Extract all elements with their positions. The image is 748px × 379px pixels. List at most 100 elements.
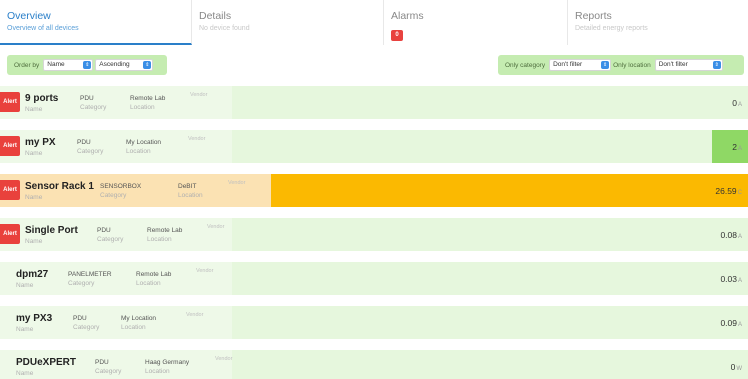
device-reading: 26.59C: [715, 186, 742, 196]
device-location-label: Location: [145, 368, 170, 375]
device-name: PDUeXPERT: [16, 357, 77, 368]
device-reading-value: 0.03: [720, 274, 737, 284]
device-reading-unit: A: [737, 322, 742, 328]
device-vendor-field: Vendor: [228, 180, 245, 186]
device-vendor-label: Vendor: [188, 136, 206, 142]
device-category-field: PDU Category: [97, 226, 123, 243]
device-row[interactable]: PDUeXPERT Name PDU Category Haag Germany…: [0, 350, 748, 379]
tab-alarms[interactable]: Alarms 0: [384, 0, 568, 45]
device-vendor-label: Vendor: [215, 356, 233, 362]
device-location-label: Location: [136, 280, 161, 287]
device-location-label: Location: [130, 104, 155, 111]
device-name: 9 ports: [25, 93, 59, 104]
device-row[interactable]: Alert Single Port Name PDU Category Remo…: [0, 218, 748, 251]
device-category-label: Category: [100, 192, 127, 199]
order-direction-select[interactable]: Ascending ⇕: [95, 59, 154, 71]
device-category-label: Category: [95, 368, 122, 375]
device-reading: 0W: [731, 362, 742, 372]
device-location: My Location: [126, 139, 162, 146]
select-arrows-icon: ⇕: [712, 61, 721, 69]
device-location: DeBIT: [178, 183, 197, 190]
device-category-field: PDU Category: [77, 138, 103, 155]
location-filter-label: Only location: [613, 61, 651, 69]
device-name-label: Name: [25, 238, 43, 245]
location-filter-select[interactable]: Don't filter ⇕: [654, 59, 723, 71]
device-vendor-label: Vendor: [186, 312, 204, 318]
device-info: my PX3 Name PDU Category My Location Loc…: [0, 306, 232, 339]
device-level-bar: [271, 174, 748, 207]
device-row[interactable]: Alert 9 ports Name PDU Category Remote L…: [0, 86, 748, 119]
device-category-field: PANELMETER Category: [68, 270, 112, 287]
tab-details-subtitle: No device found: [199, 25, 250, 32]
device-info: Alert 9 ports Name PDU Category Remote L…: [0, 86, 232, 119]
device-row[interactable]: dpm27 Name PANELMETER Category Remote La…: [0, 262, 748, 295]
sort-group: Order by Name ⇕ Ascending ⇕: [7, 55, 167, 75]
alert-badge[interactable]: Alert: [0, 180, 20, 200]
device-category-label: Category: [97, 236, 124, 243]
device-category-label: Category: [68, 280, 95, 287]
device-name-field: my PX Name: [25, 137, 56, 157]
device-info: PDUeXPERT Name PDU Category Haag Germany…: [0, 350, 232, 379]
device-reading: 0.03A: [720, 274, 742, 284]
category-filter-value: Don't filter: [553, 61, 583, 68]
device-reading-value: 0: [730, 362, 736, 372]
device-category-field: PDU Category: [73, 314, 99, 331]
device-name-field: 9 ports Name: [25, 93, 58, 113]
order-by-value: Name: [47, 61, 65, 68]
device-name: Single Port: [25, 225, 78, 236]
device-location-field: My Location Location: [121, 314, 156, 331]
device-location: Haag Germany: [145, 359, 190, 366]
device-reading-value: 26.59: [715, 186, 737, 196]
category-filter-select[interactable]: Don't filter ⇕: [549, 59, 612, 71]
alert-badge[interactable]: Alert: [0, 92, 20, 112]
device-location-field: DeBIT Location: [178, 182, 203, 199]
device-reading-unit: A: [737, 102, 742, 108]
device-location: Remote Lab: [130, 95, 166, 102]
device-row[interactable]: Alert Sensor Rack 1 Name SENSORBOX Categ…: [0, 174, 748, 207]
device-info: dpm27 Name PANELMETER Category Remote La…: [0, 262, 232, 295]
device-row[interactable]: Alert my PX Name PDU Category My Locatio…: [0, 130, 748, 163]
device-name-field: dpm27 Name: [16, 269, 48, 289]
device-category: PDU: [97, 227, 111, 234]
alert-badge[interactable]: Alert: [0, 136, 20, 156]
device-vendor-label: Vendor: [190, 92, 208, 98]
location-filter-value: Don't filter: [658, 61, 688, 68]
order-by-label: Order by: [14, 61, 40, 69]
filter-group: Only category Don't filter ⇕ Only locati…: [498, 55, 744, 75]
tab-overview[interactable]: Overview Overview of all devices: [0, 0, 192, 45]
device-category: PANELMETER: [68, 271, 112, 278]
device-category-label: Category: [80, 104, 107, 111]
device-category-label: Category: [73, 324, 100, 331]
device-name-label: Name: [16, 370, 34, 377]
device-reading: 0A: [732, 98, 742, 108]
tab-reports[interactable]: Reports Detailed energy reports: [568, 0, 748, 45]
device-name-label: Name: [25, 194, 43, 201]
device-vendor-field: Vendor: [196, 268, 213, 274]
alert-badge[interactable]: Alert: [0, 224, 20, 244]
tab-alarms-title: Alarms: [391, 10, 424, 22]
device-vendor-label: Vendor: [228, 180, 246, 186]
order-by-select[interactable]: Name ⇕: [43, 59, 94, 71]
device-name: my PX: [25, 137, 56, 148]
device-row[interactable]: my PX3 Name PDU Category My Location Loc…: [0, 306, 748, 339]
tab-overview-title: Overview: [7, 10, 51, 22]
device-location-label: Location: [121, 324, 146, 331]
device-name-label: Name: [16, 282, 34, 289]
select-arrows-icon: ⇕: [601, 61, 610, 69]
device-location-label: Location: [126, 148, 151, 155]
device-reading-unit: A: [737, 234, 742, 240]
device-location-field: Remote Lab Location: [130, 94, 165, 111]
tab-details[interactable]: Details No device found: [192, 0, 384, 45]
device-name: my PX3: [16, 313, 53, 324]
device-vendor-field: Vendor: [190, 92, 207, 98]
tab-reports-subtitle: Detailed energy reports: [575, 25, 648, 32]
device-name: Sensor Rack 1: [25, 181, 94, 192]
device-location-field: Remote Lab Location: [136, 270, 171, 287]
device-category-label: Category: [77, 148, 104, 155]
device-name-field: PDUeXPERT Name: [16, 357, 76, 377]
device-reading-value: 2: [732, 142, 737, 152]
device-location-field: Haag Germany Location: [145, 358, 189, 375]
device-vendor-field: Vendor: [186, 312, 203, 318]
device-reading-value: 0.09: [720, 318, 737, 328]
device-reading-unit: A: [737, 278, 742, 284]
